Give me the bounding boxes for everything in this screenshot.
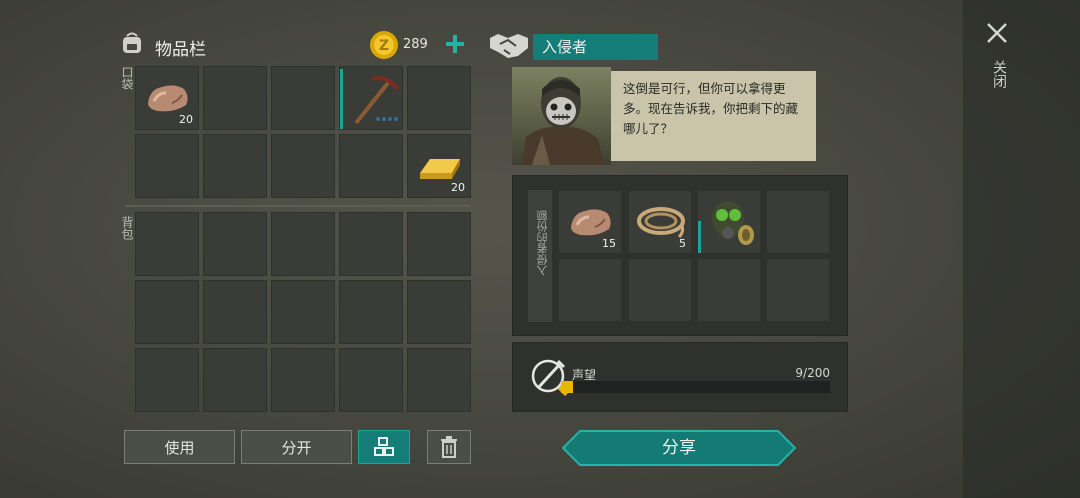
handshake-icon — [488, 28, 530, 62]
delete-button[interactable] — [427, 430, 471, 464]
item-quantity: 15 — [602, 237, 616, 250]
add-coins-button[interactable] — [444, 33, 466, 55]
backpack-slot[interactable] — [339, 212, 403, 276]
close-button[interactable] — [984, 20, 1010, 46]
gold-bar-icon — [420, 159, 460, 179]
durability-dots — [374, 106, 398, 125]
backpack-slot[interactable] — [407, 280, 471, 344]
section-divider — [125, 205, 471, 207]
share-slot[interactable]: 5 — [628, 190, 692, 254]
use-button[interactable]: 使用 — [124, 430, 235, 464]
backpack-slot[interactable] — [339, 280, 403, 344]
pocket-slot[interactable] — [339, 66, 403, 130]
pocket-slot[interactable] — [271, 134, 335, 198]
share-slot[interactable]: 15 — [558, 190, 622, 254]
right-side-strip — [963, 0, 1080, 498]
grid-sort-icon — [374, 437, 394, 456]
coin-icon: Z — [369, 30, 399, 60]
reputation-value: 9/200 — [795, 366, 830, 380]
backpack-slot[interactable] — [271, 280, 335, 344]
share-slot[interactable] — [697, 258, 761, 322]
share-button-label: 分享 — [662, 438, 696, 458]
svg-text:Z: Z — [379, 38, 389, 54]
pocket-slot[interactable] — [203, 66, 267, 130]
backpack-slot[interactable] — [135, 348, 199, 412]
pocket-slot[interactable] — [407, 66, 471, 130]
item-quantity: 5 — [679, 237, 686, 250]
backpack-slot[interactable] — [407, 212, 471, 276]
npc-name-tag: 入侵者 — [533, 34, 658, 60]
bandit-portrait-image — [522, 77, 604, 165]
trash-icon — [441, 436, 457, 458]
backpack-slot[interactable] — [407, 348, 471, 412]
durability-bar — [698, 221, 701, 253]
close-label: 关闭 — [991, 60, 1007, 88]
split-button[interactable]: 分开 — [241, 430, 352, 464]
plus-icon — [446, 35, 464, 53]
pocket-slot[interactable]: 20 — [407, 134, 471, 198]
share-button[interactable]: 分享 — [562, 430, 796, 466]
share-slot[interactable] — [697, 190, 761, 254]
backpack-slot[interactable] — [271, 348, 335, 412]
reputation-progress-bar — [561, 381, 830, 393]
stone-icon — [148, 85, 188, 112]
pocket-slot[interactable] — [271, 66, 335, 130]
backpack-slot[interactable] — [271, 212, 335, 276]
inventory-title: 物品栏 — [155, 40, 206, 60]
speech-bubble: 这倒是可行，但你可以拿得更多。现在告诉我，你把剩下的藏哪儿了？ — [611, 71, 816, 161]
backpack-slot[interactable] — [135, 212, 199, 276]
backpack-slot[interactable] — [203, 280, 267, 344]
pocket-slot[interactable] — [135, 134, 199, 198]
reputation-progress-fill — [561, 381, 574, 393]
gas-mask-icon — [712, 201, 754, 245]
backpack-slot[interactable] — [135, 280, 199, 344]
share-panel-label: 入侵者的份额 — [536, 210, 549, 276]
pocket-slot[interactable] — [203, 134, 267, 198]
stone-icon — [571, 209, 611, 236]
durability-bar — [340, 69, 343, 129]
backpack-label: 背包 — [120, 216, 134, 240]
backpack-slot[interactable] — [203, 348, 267, 412]
close-icon — [987, 23, 1007, 43]
pocket-slot[interactable] — [339, 134, 403, 198]
coin-count: 289 — [403, 37, 428, 52]
share-slot[interactable] — [628, 258, 692, 322]
npc-portrait — [512, 67, 611, 165]
pocket-slot[interactable]: 20 — [135, 66, 199, 130]
sort-button[interactable] — [358, 430, 410, 464]
backpack-slot[interactable] — [339, 348, 403, 412]
pocket-label: 口袋 — [120, 66, 134, 90]
share-slot[interactable] — [766, 190, 830, 254]
share-slot[interactable] — [558, 258, 622, 322]
backpack-icon — [119, 30, 145, 56]
item-quantity: 20 — [179, 113, 193, 126]
item-quantity: 20 — [451, 181, 465, 194]
backpack-slot[interactable] — [203, 212, 267, 276]
share-slot[interactable] — [766, 258, 830, 322]
rope-icon — [637, 207, 685, 239]
